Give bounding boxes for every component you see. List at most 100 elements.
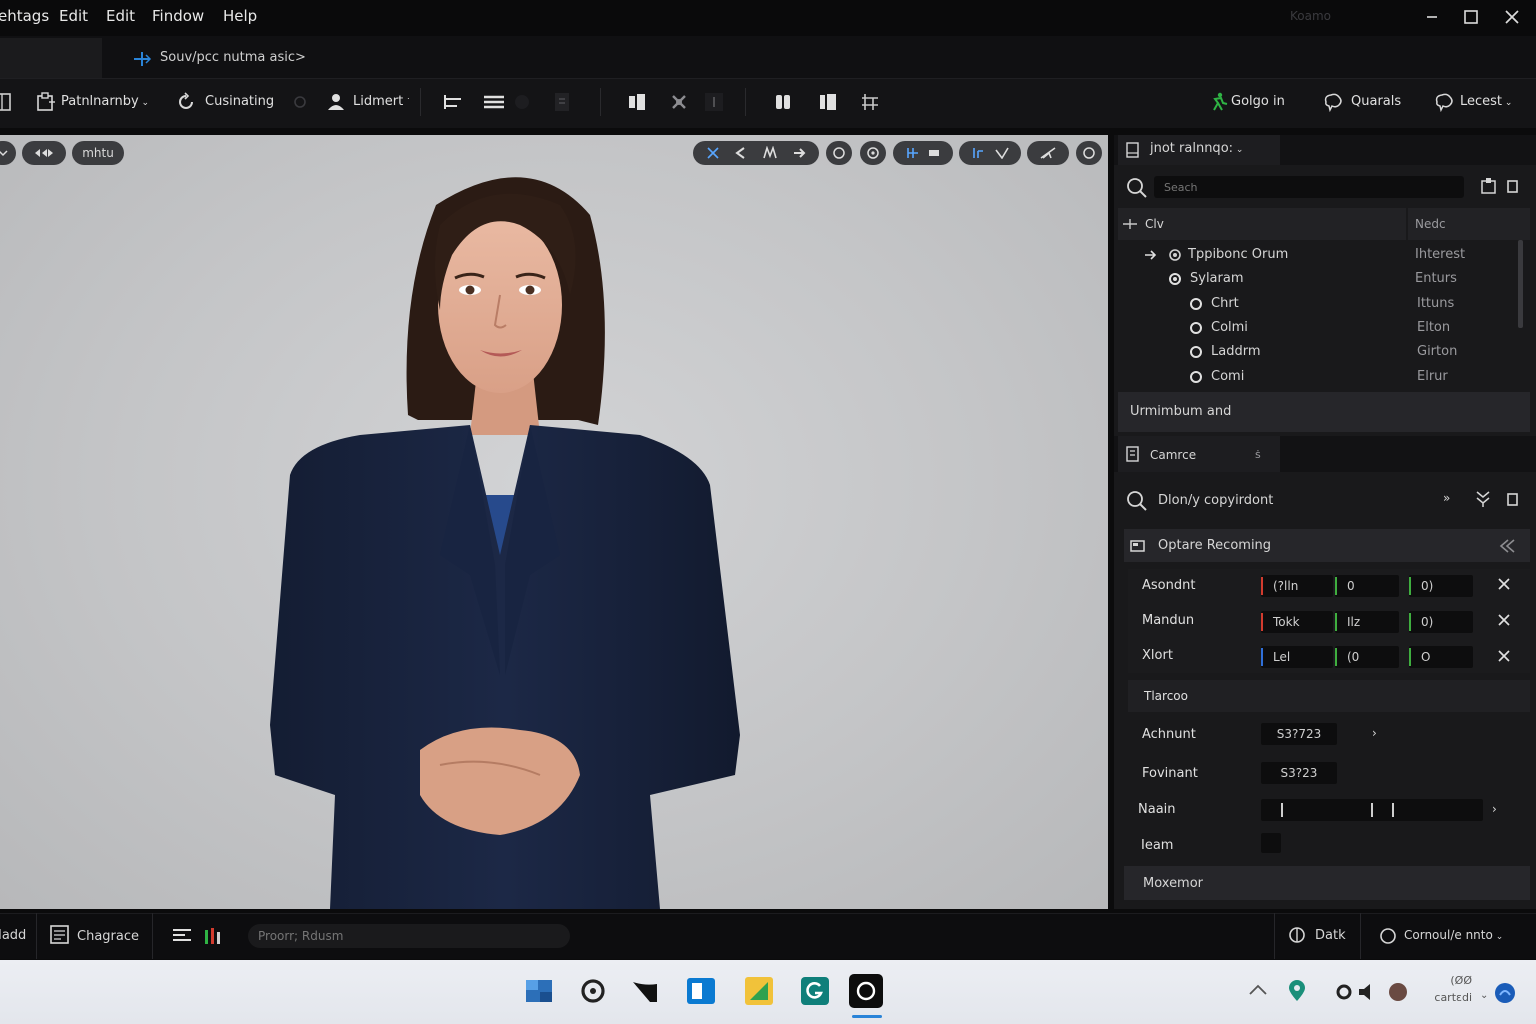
slider-field[interactable] xyxy=(1261,799,1483,821)
select-icon[interactable] xyxy=(706,146,720,160)
chevron-down-icon[interactable]: ⌄ xyxy=(1480,990,1488,1001)
outliner-row[interactable]: Colmi Elton xyxy=(1118,316,1518,340)
chevron-right-icon[interactable]: › xyxy=(1492,802,1497,816)
tray-date[interactable]: cartɛdi xyxy=(1416,991,1472,1004)
notes-icon[interactable] xyxy=(744,976,774,1006)
view-mode-button[interactable]: mhtu xyxy=(72,141,124,165)
command-input[interactable] xyxy=(248,924,570,948)
snap-icon[interactable] xyxy=(826,141,852,165)
settings-square-icon[interactable] xyxy=(1507,493,1519,507)
unreal-taskbar-icon[interactable] xyxy=(849,974,883,1008)
details-tab-label[interactable]: Camrce xyxy=(1150,448,1196,462)
filter-icon[interactable] xyxy=(1475,490,1491,508)
reset-close-icon[interactable] xyxy=(1497,613,1511,627)
files-icon[interactable] xyxy=(630,976,660,1006)
expand-arrow-icon[interactable]: › xyxy=(1372,726,1377,740)
location-y-field[interactable]: 0 xyxy=(1335,575,1399,597)
search-taskbar-icon[interactable] xyxy=(578,976,608,1006)
reset-close-icon[interactable] xyxy=(1497,649,1511,663)
scale-z-field[interactable]: O xyxy=(1409,646,1473,668)
minimize-icon[interactable] xyxy=(1420,6,1444,28)
person-icon[interactable] xyxy=(326,92,348,112)
refresh-icon[interactable] xyxy=(176,92,198,112)
checkbox[interactable] xyxy=(1261,833,1281,853)
chevron-double-right-icon[interactable]: » xyxy=(1443,491,1450,505)
derived-data-icon[interactable] xyxy=(1287,925,1307,945)
outliner-row[interactable]: Sylaram Enturs xyxy=(1118,267,1518,291)
pause-icon[interactable] xyxy=(773,92,795,112)
rotation-z-field[interactable]: 0) xyxy=(1409,611,1473,633)
status-right-item[interactable]: Cornoul/e nnto ⌄ xyxy=(1404,928,1503,942)
column-name-label[interactable]: Clv xyxy=(1145,217,1164,231)
bone-icon[interactable] xyxy=(669,92,691,112)
details-search-input[interactable]: Dlon/y copyirdont xyxy=(1158,493,1273,508)
toolbar-item-2[interactable]: Lidmert ˙ xyxy=(353,94,411,109)
toolbar-right-item-0[interactable]: Golgo in xyxy=(1231,94,1285,109)
camera-mode-button[interactable] xyxy=(22,141,66,165)
menu-item-file[interactable]: ehtags xyxy=(0,7,49,25)
status-item[interactable]: Iadd xyxy=(0,928,26,943)
toolbar-item-0[interactable]: Patnlnarnby ⌄ xyxy=(61,94,149,109)
value-field[interactable]: S3?723 xyxy=(1261,723,1337,745)
status-item[interactable]: Chagrace xyxy=(77,929,139,944)
grid-icon[interactable] xyxy=(860,92,882,112)
column-type-label[interactable]: Nedc xyxy=(1415,217,1446,231)
network-icon[interactable] xyxy=(1335,982,1355,1002)
brain-icon[interactable] xyxy=(1322,92,1344,112)
rotate-icon[interactable] xyxy=(762,146,778,160)
menu-item-window[interactable]: Findow xyxy=(152,7,204,25)
scale-icon[interactable] xyxy=(792,146,806,160)
rotation-x-field[interactable]: Tokk xyxy=(1261,611,1333,633)
move-icon[interactable] xyxy=(734,146,748,160)
chevron-up-icon[interactable] xyxy=(1248,983,1268,997)
volume-icon[interactable] xyxy=(1357,983,1379,1001)
list-icon[interactable] xyxy=(483,92,505,112)
toolbar-item-1[interactable]: Cusinating xyxy=(205,94,274,109)
output-log-icon[interactable] xyxy=(172,926,194,944)
toolbar-right-item-2[interactable]: Lecest ⌄ xyxy=(1460,94,1512,109)
outliner-scrollbar[interactable] xyxy=(1518,240,1523,328)
value-field[interactable]: S3?23 xyxy=(1261,762,1337,784)
viewport[interactable] xyxy=(0,135,1108,909)
location-pin-icon[interactable] xyxy=(1287,980,1307,1002)
cmd-icon[interactable] xyxy=(203,926,223,946)
surface-snap-icon[interactable] xyxy=(860,141,886,165)
brain-icon[interactable] xyxy=(1433,92,1455,112)
clipboard-icon[interactable] xyxy=(36,92,58,112)
maximize-icon[interactable] xyxy=(1459,6,1483,28)
split-icon[interactable] xyxy=(818,92,840,112)
outliner-row[interactable]: Chrt Ittuns xyxy=(1118,292,1518,316)
outliner-row[interactable]: Tppibonc Orum Ihterest xyxy=(1118,243,1518,267)
close-icon[interactable] xyxy=(1500,6,1524,28)
tray-time[interactable]: (ØØ xyxy=(1416,974,1472,987)
menu-item-help[interactable]: Help xyxy=(223,7,257,25)
location-x-field[interactable]: (?lln xyxy=(1261,575,1333,597)
outliner-search-input[interactable] xyxy=(1154,176,1464,198)
outliner-row[interactable]: Comi Elrur xyxy=(1118,365,1518,389)
outliner-tab-label[interactable]: jnot ralnnqo: ⌄ xyxy=(1150,141,1243,156)
settings-square-icon[interactable] xyxy=(1507,180,1519,194)
rotation-y-field[interactable]: Ilz xyxy=(1335,611,1399,633)
align-left-icon[interactable] xyxy=(442,92,464,112)
grid-snap-button[interactable] xyxy=(893,141,953,165)
subsection-header[interactable] xyxy=(1128,680,1530,712)
scale-x-field[interactable]: Lel xyxy=(1261,646,1333,668)
location-z-field[interactable]: 0) xyxy=(1409,575,1473,597)
add-actor-icon[interactable] xyxy=(1480,177,1498,195)
outliner-row[interactable]: Laddrm Girton xyxy=(1118,340,1518,364)
notification-icon[interactable] xyxy=(1493,981,1517,1005)
document-tab[interactable]: Souv/pcc nutma asic> xyxy=(160,50,306,65)
panel-icon[interactable] xyxy=(0,92,16,112)
toolbar-right-item-1[interactable]: Quarals xyxy=(1351,94,1401,109)
content-drawer-icon[interactable] xyxy=(49,924,71,946)
scale-snap-button[interactable] xyxy=(1027,141,1069,165)
scale-y-field[interactable]: (0 xyxy=(1335,646,1399,668)
tab-previous[interactable] xyxy=(0,38,102,78)
columns-icon[interactable] xyxy=(627,92,649,112)
source-control-icon[interactable] xyxy=(1379,926,1399,946)
menu-item-edit[interactable]: Edit xyxy=(59,7,88,25)
battery-icon[interactable] xyxy=(1386,981,1410,1003)
status-right-item[interactable]: Datk xyxy=(1315,928,1346,943)
app-g-icon[interactable] xyxy=(800,976,830,1006)
camera-speed-icon[interactable] xyxy=(1076,141,1102,165)
